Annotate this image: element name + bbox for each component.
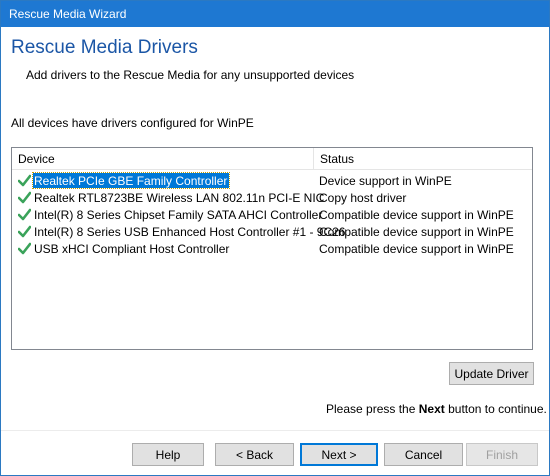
device-name: Realtek PCIe GBE Family Controller [31,172,231,189]
device-name: USB xHCI Compliant Host Controller [34,242,230,256]
drivers-info-text: All devices have drivers configured for … [11,116,254,130]
window-title: Rescue Media Wizard [9,7,127,21]
green-check-icon [18,174,31,187]
device-status: Copy host driver [319,191,407,205]
title-bar: Rescue Media Wizard [1,1,549,27]
finish-button[interactable]: Finish [466,443,538,466]
footer-separator [1,430,549,431]
green-check-icon [18,191,31,204]
device-status: Compatible device support in WinPE [319,242,514,256]
hint-text-after: button to continue. [448,402,547,416]
device-row[interactable]: Realtek RTL8723BE Wireless LAN 802.11n P… [12,189,532,206]
green-check-icon [18,242,31,255]
column-header-device[interactable]: Device [12,148,314,169]
device-status: Compatible device support in WinPE [319,225,514,239]
list-header: Device Status [12,148,532,170]
hint-text-bold: Next [418,402,445,416]
column-header-status[interactable]: Status [314,148,532,169]
help-button[interactable]: Help [132,443,204,466]
device-row[interactable]: USB xHCI Compliant Host Controller Compa… [12,240,532,257]
cancel-button[interactable]: Cancel [384,443,463,466]
green-check-icon [18,208,31,221]
next-button[interactable]: Next > [300,443,378,466]
device-name: Intel(R) 8 Series Chipset Family SATA AH… [34,208,323,222]
device-row[interactable]: Realtek PCIe GBE Family Controller Devic… [12,172,532,189]
page-subheading: Add drivers to the Rescue Media for any … [26,68,355,82]
wizard-window: Rescue Media Wizard Rescue Media Drivers… [0,0,550,476]
back-button[interactable]: < Back [215,443,294,466]
update-driver-button[interactable]: Update Driver [449,362,534,385]
device-status: Device support in WinPE [319,174,452,188]
device-row[interactable]: Intel(R) 8 Series Chipset Family SATA AH… [12,206,532,223]
hint-text-before: Please press the [326,402,416,416]
device-list[interactable]: Device Status Realtek PCIe GBE Family Co… [11,147,533,350]
device-name: Intel(R) 8 Series USB Enhanced Host Cont… [34,225,346,239]
page-heading: Rescue Media Drivers [11,37,198,58]
continue-hint: Please press the Next button to continue… [326,402,547,416]
device-row[interactable]: Intel(R) 8 Series USB Enhanced Host Cont… [12,223,532,240]
green-check-icon [18,225,31,238]
device-status: Compatible device support in WinPE [319,208,514,222]
device-name: Realtek RTL8723BE Wireless LAN 802.11n P… [34,191,325,205]
